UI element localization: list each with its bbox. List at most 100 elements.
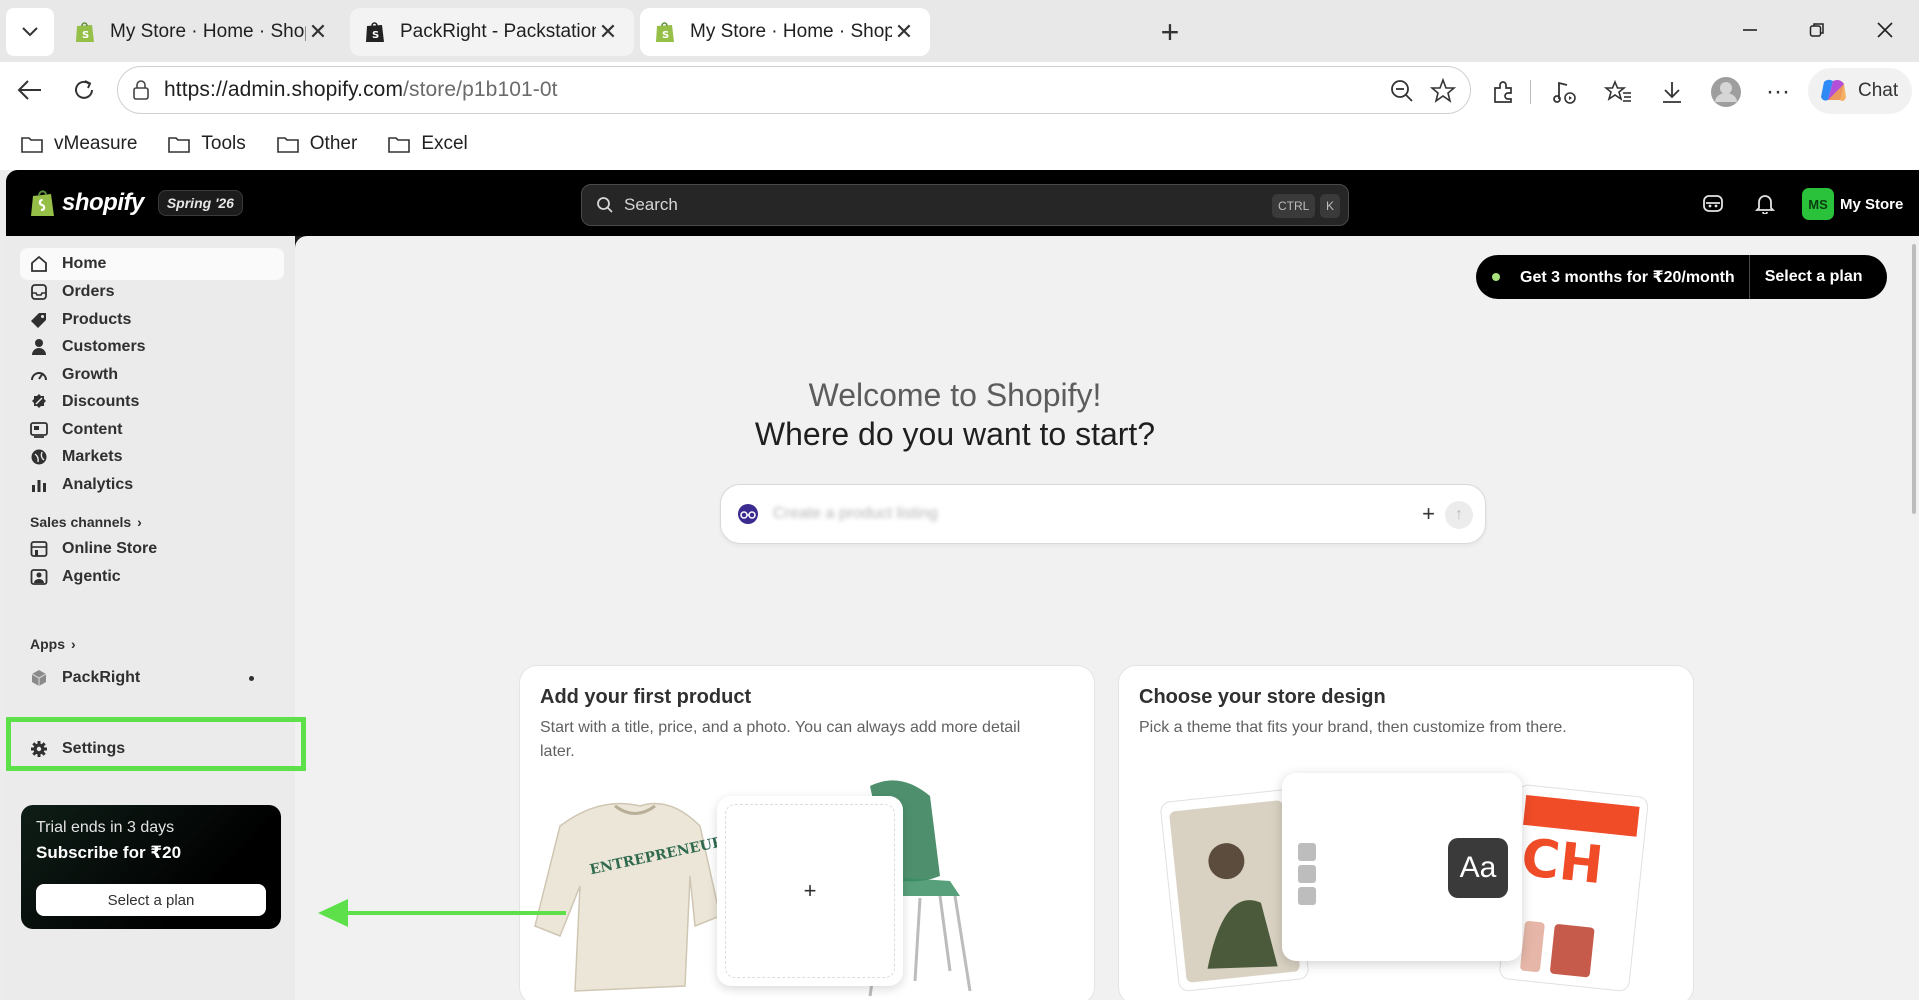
favorites-button[interactable] [1600,74,1636,110]
search-icon [597,197,613,213]
new-tab-button[interactable]: + [1150,12,1190,52]
tab-title: My Store · Home · Shopify [690,21,892,42]
top-bar: shopify Spring '26 Search CTRL K MS My S… [6,170,1919,236]
font-picker-tile[interactable]: Aa [1282,773,1522,961]
back-button[interactable] [10,70,50,110]
home-icon [31,255,47,272]
bookmark-label: vMeasure [54,133,138,154]
notifications-button[interactable] [1752,190,1778,216]
sales-channels-heading[interactable]: Sales channels › [30,514,142,530]
search-input[interactable]: Search CTRL K [581,184,1349,226]
sidebar-item-analytics[interactable]: Analytics [20,469,284,501]
chevron-right-icon: › [71,636,76,652]
tag-icon [31,313,46,328]
prompt-placeholder: Create a product listing [773,505,938,522]
promo-offer[interactable]: Get 3 months for ₹20/month [1476,255,1749,299]
arrow-left-icon [17,80,41,100]
card-description: Pick a theme that fits your brand, then … [1139,719,1567,736]
search-placeholder: Search [624,195,678,214]
svg-text:S: S [82,30,89,41]
svg-text:S: S [372,30,379,41]
folder-icon [388,137,411,153]
minimize-button[interactable] [1728,10,1772,50]
tab-actions-menu[interactable] [6,8,54,56]
store-menu[interactable]: MS My Store [1802,188,1903,220]
welcome-heading: Welcome to Shopify! [808,377,1102,413]
browser-tab-1[interactable]: S My Store · Home · Shopify ✕ [60,8,344,56]
sidekick-prompt-input[interactable]: Create a product listing + ↑ [720,484,1486,544]
browser-tab-2[interactable]: S PackRight - Packstation VMS - Veri ✕ [350,8,634,56]
bookmark-folder-tools[interactable]: Tools [167,133,246,155]
sidebar-item-label: Home [62,255,107,272]
person-icon [32,339,46,355]
zoom-out-icon[interactable] [1390,79,1414,103]
swatch-3 [1298,887,1316,905]
downloads-button[interactable] [1654,74,1690,110]
bookmark-folder-vmeasure[interactable]: vMeasure [20,133,137,155]
bookmark-label: Tools [201,133,246,154]
copilot-label: Chat [1858,80,1899,101]
url-host: https://admin.shopify.com [164,78,404,101]
toolbar-divider [1530,80,1531,104]
copilot-icon [1821,79,1846,101]
app-cube-icon [31,670,47,686]
sidebar-item-packright[interactable]: PackRight [20,662,284,694]
tab-title: My Store · Home · Shopify [110,21,306,42]
bookmark-folder-excel[interactable]: Excel [387,133,468,155]
shopify-bag-icon: S [366,22,384,42]
sidebar-item-agentic[interactable]: Agentic [20,561,284,593]
add-image-tile[interactable]: + [717,796,903,986]
edition-badge[interactable]: Spring '26 [157,190,243,216]
restore-button[interactable] [1795,10,1839,50]
reload-button[interactable] [64,70,104,110]
browser-tab-3[interactable]: S My Store · Home · Shopify ✕ [640,8,930,56]
bookmark-folder-other[interactable]: Other [276,133,357,155]
sidekick-glasses-icon [738,504,758,524]
browser-tab-strip: S My Store · Home · Shopify ✕ S PackRigh… [0,0,1919,62]
close-icon[interactable]: ✕ [892,19,916,44]
scrollbar[interactable] [1912,244,1916,514]
section-label: Sales channels [30,514,132,530]
close-icon[interactable]: ✕ [306,19,330,44]
sidebar-item-label: Customers [62,338,146,355]
bell-icon [1755,195,1775,214]
favorite-star-icon[interactable] [1430,78,1456,104]
store-design-card[interactable]: Choose your store design Pick a theme th… [1118,665,1694,1000]
sidekick-button[interactable] [1700,190,1726,216]
trial-select-plan-button[interactable]: Select a plan [36,884,266,916]
highlight-box [6,717,306,771]
shopify-bag-icon: S [656,22,674,42]
swatch-1 [1298,843,1316,861]
close-window-button[interactable] [1863,10,1907,50]
ellipsis-icon: ··· [1766,78,1790,105]
promo-select-plan-button[interactable]: Select a plan [1750,268,1887,286]
bookmarks-bar: vMeasure Tools Other Excel [0,118,1919,170]
add-product-card[interactable]: Add your first product Start with a titl… [519,665,1095,1000]
orders-icon [31,284,47,300]
folder-icon [168,137,191,153]
close-icon[interactable]: ✕ [596,19,620,44]
apps-heading[interactable]: Apps › [30,636,76,652]
lock-icon [133,80,149,100]
tab-title: PackRight - Packstation VMS - Veri [400,21,596,42]
folder-icon [21,137,43,153]
profile-button[interactable] [1708,74,1744,110]
shopify-logo[interactable]: shopify Spring '26 [30,188,243,218]
media-button[interactable] [1546,74,1582,110]
content-icon [30,422,48,438]
sidekick-icon [1703,195,1723,212]
shopify-bag-icon [31,190,54,216]
add-attachment-button[interactable]: + [1422,501,1435,527]
music-note-icon [1553,81,1576,104]
url-input[interactable]: https://admin.shopify.com/store/p1b101-0… [117,66,1471,114]
send-button[interactable]: ↑ [1445,501,1473,529]
welcome-subheading: Where do you want to start? [754,416,1156,452]
font-sample: Aa [1448,838,1508,898]
more-menu-button[interactable]: ··· [1760,74,1796,110]
restore-icon [1809,23,1824,37]
agent-icon [30,569,48,585]
copilot-chat-button[interactable]: Chat [1808,68,1912,114]
extensions-button[interactable] [1486,74,1522,110]
sidebar-item-label: Content [62,421,123,438]
sidebar-item-label: Products [62,311,132,328]
